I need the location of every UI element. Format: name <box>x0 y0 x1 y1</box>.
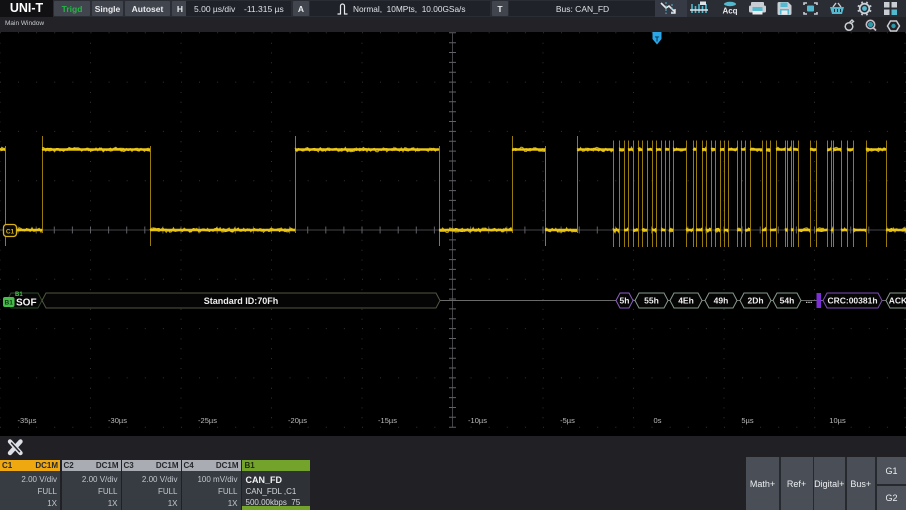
svg-text:49h: 49h <box>714 296 729 306</box>
svg-text:Standard ID:70Fh: Standard ID:70Fh <box>204 296 279 306</box>
svg-text:5h: 5h <box>620 296 630 306</box>
svg-text:-10µs: -10µs <box>468 416 487 425</box>
svg-text:-15µs: -15µs <box>378 416 397 425</box>
svg-text:-20µs: -20µs <box>288 416 307 425</box>
svg-text:10µs: 10µs <box>829 416 846 425</box>
svg-text:4Eh: 4Eh <box>678 296 694 306</box>
svg-text:B1: B1 <box>5 300 14 307</box>
svg-text:T: T <box>655 37 660 44</box>
svg-text:...: ... <box>806 296 813 305</box>
svg-text:0s: 0s <box>654 416 662 425</box>
svg-text:CRC:00381h: CRC:00381h <box>827 296 877 306</box>
svg-text:C1: C1 <box>6 228 15 235</box>
svg-text:5µs: 5µs <box>741 416 753 425</box>
svg-text:55h: 55h <box>644 296 659 306</box>
svg-text:-35µs: -35µs <box>18 416 37 425</box>
svg-text:SOF: SOF <box>16 298 37 309</box>
svg-text:-5µs: -5µs <box>560 416 575 425</box>
svg-text:2Dh: 2Dh <box>747 296 763 306</box>
svg-text:Acq: Acq <box>722 7 737 16</box>
svg-text:54h: 54h <box>780 296 795 306</box>
svg-text:-25µs: -25µs <box>198 416 217 425</box>
svg-text:-30µs: -30µs <box>108 416 127 425</box>
svg-text:ACK: ACK <box>889 296 906 306</box>
